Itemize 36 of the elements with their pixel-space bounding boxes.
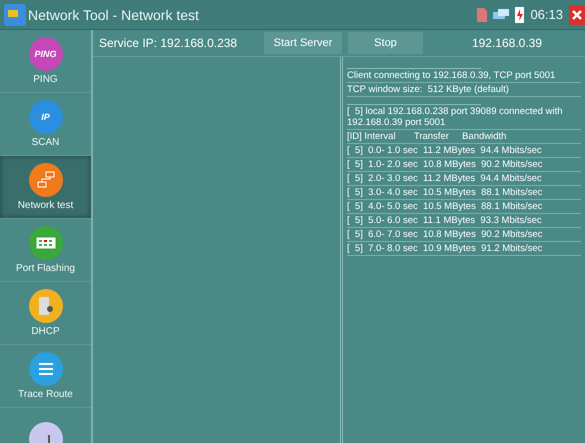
close-button[interactable] xyxy=(569,4,585,24)
sidebar-item[interactable]: IP SCAN xyxy=(0,93,91,156)
trace-icon xyxy=(28,352,62,386)
sidebar-item[interactable]: PING PING xyxy=(0,30,91,93)
stop-button[interactable]: Stop xyxy=(348,32,423,54)
log-line: [ 5] local 192.168.0.238 port 39089 connected with 192.168.0.39 port 5001 xyxy=(347,105,581,130)
sidebar-item[interactable]: Port Flashing xyxy=(0,219,91,282)
log-line: [ 5] 2.0- 3.0 sec 11.2 MBytes 94.4 Mbits/sec xyxy=(347,172,581,186)
close-icon xyxy=(572,10,582,20)
log-line: [ 5] 4.0- 5.0 sec 10.5 MBytes 88.1 Mbits/sec xyxy=(347,200,581,214)
start-server-button[interactable]: Start Server xyxy=(264,32,342,54)
network-icon xyxy=(28,163,62,197)
client-ip-label: 192.168.0.39 xyxy=(470,36,544,50)
log-line: [ 5] 1.0- 2.0 sec 10.8 MBytes 90.2 Mbits/sec xyxy=(347,158,581,172)
sim-card-icon xyxy=(477,8,488,22)
log-line: [ 5] 3.0- 4.0 sec 10.5 MBytes 88.1 Mbits/sec xyxy=(347,186,581,200)
window-title: Network Tool - Network test xyxy=(28,6,200,22)
ping-icon: PING xyxy=(28,37,62,71)
log-line: Client connecting to 192.168.0.39, TCP port 5001 xyxy=(347,69,581,83)
port-icon xyxy=(28,226,62,260)
log-line: [ 5] 7.0- 8.0 sec 10.9 MBytes 91.2 Mbits/sec xyxy=(347,242,581,256)
sidebar-item[interactable]: Trace Route xyxy=(0,345,91,408)
battery-icon xyxy=(515,6,524,22)
log-line: [ 5] 0.0- 1.0 sec 11.2 MBytes 94.4 Mbits/sec xyxy=(347,144,581,158)
log-line: [ 5] 6.0- 7.0 sec 10.8 MBytes 90.2 Mbits/sec xyxy=(347,228,581,242)
dhcp-icon xyxy=(28,289,62,323)
network-icon xyxy=(493,8,510,20)
sidebar-item[interactable]: DHCP xyxy=(0,282,91,345)
scan-icon: IP xyxy=(28,100,62,134)
clock-time: 06:13 xyxy=(530,7,563,22)
service-ip-label: Service IP: 192.168.0.238 xyxy=(98,36,238,50)
log-line: TCP window size: 512 KByte (default) xyxy=(347,83,581,97)
log-line: [ID] Interval Transfer Bandwidth xyxy=(347,130,581,144)
app-icon xyxy=(4,4,26,26)
sidebar-item[interactable]: Network test xyxy=(0,156,91,219)
log-line: [ 5] 5.0- 6.0 sec 11.1 MBytes 93.3 Mbits/sec xyxy=(347,214,581,228)
